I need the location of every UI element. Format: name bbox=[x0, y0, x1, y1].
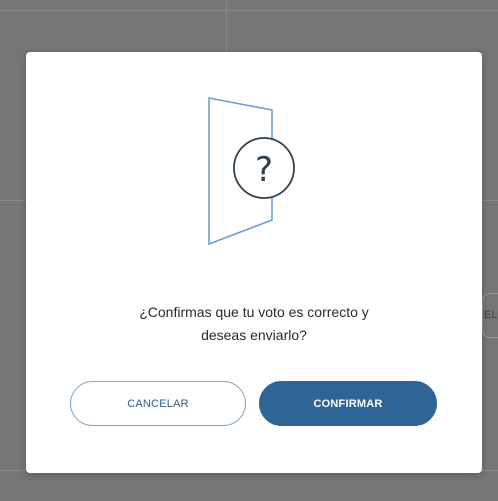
confirm-message-line: ¿Confirmas que tu voto es correcto y bbox=[139, 304, 369, 320]
confirm-message-line: deseas enviarlo? bbox=[201, 327, 307, 343]
cancel-button[interactable]: CANCELAR bbox=[70, 381, 246, 426]
question-mark-glyph: ? bbox=[255, 150, 273, 190]
background-divider bbox=[226, 0, 227, 52]
background-divider bbox=[0, 10, 498, 11]
confirm-button[interactable]: CONFIRMAR bbox=[259, 381, 437, 426]
door-question-icon: ? bbox=[206, 96, 298, 246]
confirm-message: ¿Confirmas que tu voto es correcto y des… bbox=[120, 301, 388, 347]
background-option-chip: ELE bbox=[482, 293, 498, 338]
